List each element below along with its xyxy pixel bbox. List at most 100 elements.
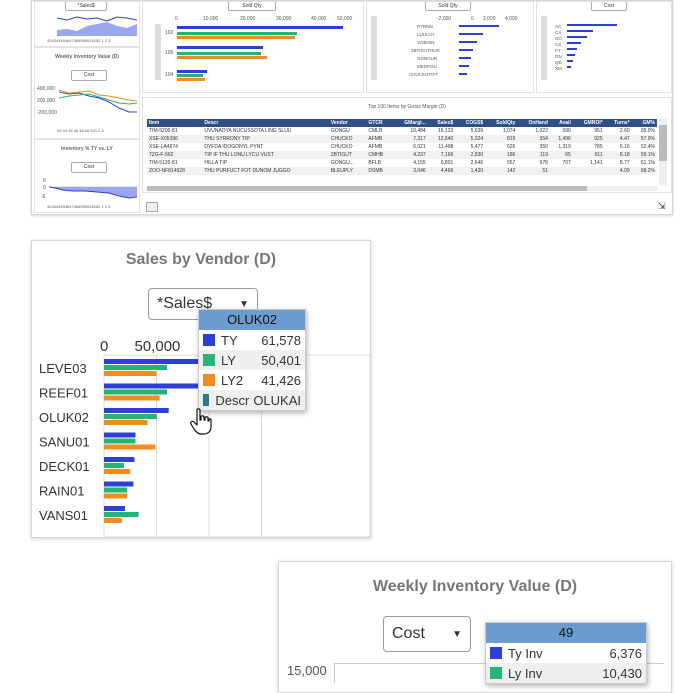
bar-ly2-vans01[interactable] xyxy=(104,518,122,523)
tooltip-value: 41,426 xyxy=(261,372,301,388)
col-header[interactable]: Vendor xyxy=(328,119,367,127)
mini-soldqty-select[interactable]: Sold Qty xyxy=(228,2,276,11)
mini-sales-xticks: 424344454647484950015152 1 2 3 xyxy=(47,38,111,43)
mini-soldqty-scrollbar[interactable] xyxy=(155,24,161,80)
col-header[interactable]: Avail xyxy=(549,119,573,127)
table-collapse-button[interactable] xyxy=(146,202,158,212)
table-cell: 65 xyxy=(549,151,573,159)
table-row[interactable]: ZOO-NF814928 THU PURFUCT FOT DUNOM JUGGO B… xyxy=(147,167,657,175)
table-row[interactable]: TIM-5120-81 HILLA TIP GONGU... BFLB 4,155 6,8… xyxy=(147,159,657,167)
mini-region-scrollbar[interactable] xyxy=(541,16,547,80)
mini-soldqty-xtick-4: 40,000 xyxy=(311,16,327,22)
table-vertical-scrollbar[interactable] xyxy=(659,119,667,185)
weekly-inventory-title: Weekly Inventory Value (D) xyxy=(372,578,578,595)
bar-ly-rain01[interactable] xyxy=(104,487,128,493)
inventory-tooltip-header: 49 xyxy=(486,623,646,643)
bar-ly-sanu01[interactable] xyxy=(104,438,136,444)
table-cell: 6,801 xyxy=(440,160,454,166)
mini-vendor-qty-panel: Sold Qty -2,000 0 2,000 4,000 PYRNN LUUL… xyxy=(366,1,534,93)
table-cell xyxy=(549,167,573,175)
bar-ly2-sanu01[interactable] xyxy=(104,444,156,450)
table-cell: 7,166 xyxy=(427,151,456,159)
category-label: LEVE03 xyxy=(39,361,87,376)
table-cell: BFLB xyxy=(368,160,381,166)
mini-vendor-qty-select[interactable]: Sold Qty xyxy=(425,2,471,11)
col-header[interactable]: COGS$ xyxy=(455,119,486,127)
mini-inventory-ytick-1: 400,000 xyxy=(37,86,56,92)
col-header[interactable]: GM% xyxy=(631,119,657,127)
table-cell xyxy=(572,167,605,175)
table-cell: 819 xyxy=(485,135,518,143)
table-cell: TIP IF THU LONU LYCU VUST xyxy=(202,151,329,159)
mini-inventory-ytick-3: -200,000 xyxy=(37,110,57,116)
table-cell: THU SYRRONY TIP xyxy=(202,135,329,143)
table-horizontal-scrollbar[interactable] xyxy=(147,186,657,191)
bar-ly2-rain01[interactable] xyxy=(104,493,128,499)
resize-handle-icon[interactable]: ⇲ xyxy=(658,201,666,212)
bar-ly-reef01[interactable] xyxy=(104,389,167,395)
mini-inventory-pct-select[interactable]: Cost xyxy=(71,162,107,173)
table-cell: 65.0% xyxy=(640,128,655,134)
table-cell: CMHB xyxy=(366,151,393,159)
table-row[interactable]: XSE-LA4674 DYFDA IDOGONYL PYNT CHUCKO AFMB 6… xyxy=(147,143,657,151)
col-header[interactable]: SoldQty xyxy=(485,119,518,127)
table-cell: UVUNADYA NUCUSSOTA LING SLUU xyxy=(204,128,292,134)
col-header[interactable]: OnHand xyxy=(517,119,550,127)
table-cell: 626 xyxy=(506,144,516,150)
col-header[interactable]: Descr xyxy=(202,119,329,127)
mini-soldqty-xtick-1: 10,000 xyxy=(203,16,219,22)
tooltip-row-ly: LY 50,401 xyxy=(199,350,305,370)
bar-ty-deck01[interactable] xyxy=(104,457,135,462)
table-row[interactable]: TIM-5200-81 UVUNADYA NUCUSSOTA LING SLUU G… xyxy=(147,127,657,135)
col-header[interactable]: Item xyxy=(147,119,203,127)
mini-soldqty-xtick-5: 50,000 xyxy=(337,16,353,22)
mini-region-row: XM xyxy=(555,66,562,71)
bar-ly2-deck01[interactable] xyxy=(104,469,131,474)
col-header[interactable]: GMargi... xyxy=(392,119,428,127)
top-items-panel: Top 100 Items by Gross Margin (D) Item D… xyxy=(142,97,672,193)
bar-ty-sanu01[interactable] xyxy=(104,432,136,438)
table-cell: 52.4% xyxy=(640,144,655,150)
category-label: VANS01 xyxy=(39,508,88,523)
inventory-metric-select[interactable]: Cost ▼ xyxy=(383,616,471,652)
table-cell: CHUCKO xyxy=(328,135,367,143)
table-cell: 354 xyxy=(517,135,550,143)
col-header[interactable]: GMROI* xyxy=(572,119,605,127)
table-cell: 7,317 xyxy=(392,135,428,143)
mini-pct-chart xyxy=(49,186,137,199)
descr-swatch xyxy=(203,394,210,406)
bar-ly-oluk02[interactable] xyxy=(104,414,157,419)
bar-ty-vans01[interactable] xyxy=(104,506,125,511)
mini-vendor-qty-scrollbar[interactable] xyxy=(371,16,377,80)
bar-ly2-reef01[interactable] xyxy=(104,395,160,401)
bar-ty-reef01[interactable] xyxy=(104,383,207,389)
mini-vendor-qty-xtick-0: -2,000 xyxy=(437,16,452,22)
table-cell: 911 xyxy=(572,151,605,159)
bar-ly-leve03[interactable] xyxy=(104,365,167,370)
mini-pct-ytick-3: -6 xyxy=(41,194,46,200)
table-cell: CMLB xyxy=(368,128,383,134)
mini-inventory-ytick-2: 200,000 xyxy=(37,98,56,104)
col-header[interactable]: Turns* xyxy=(604,119,632,127)
category-label: REEF01 xyxy=(39,386,88,401)
table-cell: 4.09 xyxy=(604,167,632,175)
table-cell: 4.47 xyxy=(604,135,632,143)
mini-region-row: AC xyxy=(555,24,562,29)
mini-sales-select[interactable]: *Sales$ xyxy=(65,2,107,11)
col-header[interactable]: GTCR xyxy=(366,119,393,127)
tooltip-row-descr: Descr OLUKAI xyxy=(199,390,305,410)
bar-ly-vans01[interactable] xyxy=(104,512,139,517)
bar-ty-rain01[interactable] xyxy=(104,481,134,487)
bar-ly2-oluk02[interactable] xyxy=(104,420,148,425)
mini-inventory-select[interactable]: Cost xyxy=(71,70,107,81)
tooltip-label: LY xyxy=(221,352,236,368)
ly2-swatch xyxy=(203,374,215,386)
table-row[interactable]: XSE-X05396 THU SYRRONY TIP CHUCKO AFMB 7,317… xyxy=(147,135,657,143)
mini-region-select[interactable]: Cost xyxy=(591,2,627,11)
table-cell: XSE-LA4674 xyxy=(149,144,178,150)
col-header[interactable]: Sales$ xyxy=(427,119,456,127)
bar-ty-oluk02[interactable] xyxy=(104,408,169,413)
table-row[interactable]: 7ZG-F-562 TIP IF THU LONU LYCU VUST 2BTIGU… xyxy=(147,151,657,159)
bar-ly-deck01[interactable] xyxy=(104,463,124,468)
bar-ly2-leve03[interactable] xyxy=(104,371,157,376)
